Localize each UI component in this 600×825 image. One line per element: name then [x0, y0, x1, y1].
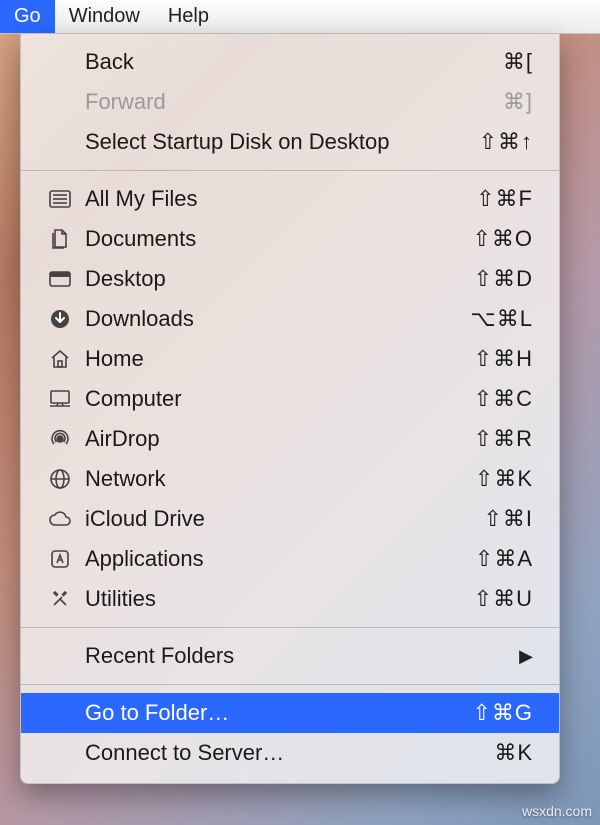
network-icon	[47, 467, 73, 491]
menubar: Go Window Help	[0, 0, 600, 34]
computer-icon	[47, 387, 73, 411]
menu-shortcut: ⌘K	[494, 740, 533, 766]
menubar-label: Window	[69, 5, 140, 28]
menu-shortcut: ⇧⌘U	[474, 586, 533, 612]
menu-item-connect-to-server[interactable]: Connect to Server… ⌘K	[21, 733, 559, 773]
menu-item-forward: Forward ⌘]	[21, 82, 559, 122]
menu-shortcut: ⇧⌘R	[474, 426, 533, 452]
menu-item-all-my-files[interactable]: All My Files ⇧⌘F	[21, 179, 559, 219]
menu-label: Go to Folder…	[85, 700, 229, 726]
menu-item-documents[interactable]: Documents ⇧⌘O	[21, 219, 559, 259]
menubar-item-help[interactable]: Help	[154, 0, 223, 33]
menu-item-icloud-drive[interactable]: iCloud Drive ⇧⌘I	[21, 499, 559, 539]
menu-separator	[21, 684, 559, 685]
all-my-files-icon	[47, 187, 73, 211]
menu-shortcut: ⇧⌘D	[474, 266, 533, 292]
menu-label: Back	[85, 49, 134, 75]
menu-label: Forward	[85, 89, 166, 115]
utilities-icon	[47, 587, 73, 611]
menu-item-back[interactable]: Back ⌘[	[21, 42, 559, 82]
submenu-arrow-icon: ▶	[519, 646, 533, 667]
menu-label: AirDrop	[85, 426, 160, 452]
menu-shortcut: ⇧⌘H	[474, 346, 533, 372]
menu-item-desktop[interactable]: Desktop ⇧⌘D	[21, 259, 559, 299]
downloads-icon	[47, 307, 73, 331]
desktop-icon	[47, 267, 73, 291]
menu-label: Desktop	[85, 266, 166, 292]
menu-item-go-to-folder[interactable]: Go to Folder… ⇧⌘G	[21, 693, 559, 733]
menu-shortcut: ⌘]	[503, 89, 533, 115]
menu-shortcut: ⇧⌘I	[483, 506, 533, 532]
menu-shortcut: ⇧⌘F	[476, 186, 533, 212]
menu-shortcut: ⌥⌘L	[470, 306, 533, 332]
menu-separator	[21, 627, 559, 628]
menu-label: Select Startup Disk on Desktop	[85, 129, 389, 155]
menu-shortcut: ⇧⌘O	[472, 226, 533, 252]
watermark: wsxdn.com	[522, 803, 592, 819]
menu-label: All My Files	[85, 186, 197, 212]
menu-shortcut: ⇧⌘↑	[479, 129, 533, 155]
menu-item-recent-folders[interactable]: Recent Folders ▶	[21, 636, 559, 676]
go-menu: Back ⌘[ Forward ⌘] Select Startup Disk o…	[20, 34, 560, 784]
menu-label: iCloud Drive	[85, 506, 205, 532]
icloud-icon	[47, 507, 73, 531]
menubar-label: Help	[168, 5, 209, 28]
menu-item-utilities[interactable]: Utilities ⇧⌘U	[21, 579, 559, 619]
menu-shortcut: ⇧⌘C	[474, 386, 533, 412]
menu-label: Connect to Server…	[85, 740, 284, 766]
menubar-item-go[interactable]: Go	[0, 0, 55, 33]
menu-label: Utilities	[85, 586, 156, 612]
menu-item-network[interactable]: Network ⇧⌘K	[21, 459, 559, 499]
menu-label: Computer	[85, 386, 182, 412]
menu-label: Applications	[85, 546, 204, 572]
menu-label: Network	[85, 466, 166, 492]
documents-icon	[47, 227, 73, 251]
menu-separator	[21, 170, 559, 171]
menu-label: Documents	[85, 226, 196, 252]
menu-label: Recent Folders	[85, 643, 234, 669]
home-icon	[47, 347, 73, 371]
menubar-label: Go	[14, 5, 41, 28]
menu-shortcut: ⌘[	[503, 49, 533, 75]
menu-item-downloads[interactable]: Downloads ⌥⌘L	[21, 299, 559, 339]
airdrop-icon	[47, 427, 73, 451]
menu-shortcut: ⇧⌘K	[475, 466, 533, 492]
applications-icon	[47, 547, 73, 571]
menu-shortcut: ⇧⌘G	[472, 700, 533, 726]
menu-item-airdrop[interactable]: AirDrop ⇧⌘R	[21, 419, 559, 459]
menu-label: Home	[85, 346, 144, 372]
menu-item-home[interactable]: Home ⇧⌘H	[21, 339, 559, 379]
menu-item-select-startup-disk[interactable]: Select Startup Disk on Desktop ⇧⌘↑	[21, 122, 559, 162]
menu-shortcut: ⇧⌘A	[475, 546, 533, 572]
menu-item-applications[interactable]: Applications ⇧⌘A	[21, 539, 559, 579]
menu-item-computer[interactable]: Computer ⇧⌘C	[21, 379, 559, 419]
menu-label: Downloads	[85, 306, 194, 332]
menubar-item-window[interactable]: Window	[55, 0, 154, 33]
